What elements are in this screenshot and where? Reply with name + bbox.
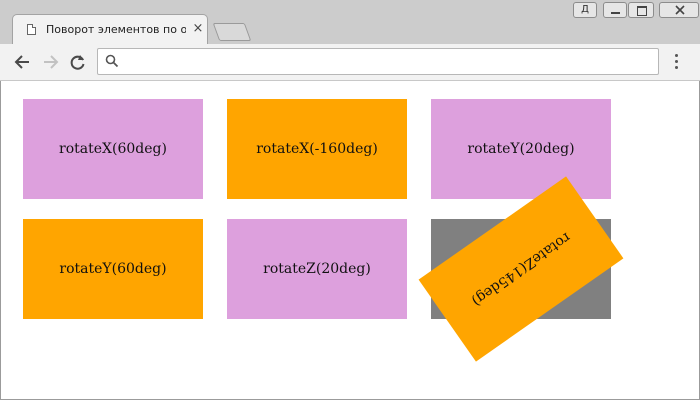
demo-cell: rotateX(-160deg) — [227, 99, 407, 199]
rotated-box: rotateY(60deg) — [23, 219, 203, 319]
demo-cell: rotateX(60deg) — [23, 99, 203, 199]
close-window-button[interactable] — [659, 2, 699, 18]
back-arrow-icon — [14, 55, 29, 69]
reload-icon — [70, 55, 85, 70]
browser-menu-button[interactable] — [670, 54, 682, 72]
rotated-box: rotateX(-160deg) — [227, 99, 407, 199]
demo-cell: rotateZ(20deg) — [227, 219, 407, 319]
new-tab-button[interactable] — [212, 23, 252, 41]
window-titlebar: Поворот элементов по оси × Д — [0, 0, 700, 44]
demo-cell: rotateY(20deg) — [431, 99, 611, 199]
tab-title: Поворот элементов по оси — [46, 23, 186, 36]
maximize-icon — [637, 6, 647, 16]
maximize-button[interactable] — [628, 2, 654, 18]
page-icon — [27, 24, 36, 35]
forward-arrow-icon — [44, 55, 59, 69]
back-button[interactable] — [12, 52, 34, 72]
minimize-icon — [611, 12, 620, 14]
demo-cell-holder: rotateZ(145deg) — [418, 176, 624, 362]
rotated-box: rotateZ(20deg) — [227, 219, 407, 319]
close-icon — [675, 5, 685, 15]
minimize-button[interactable] — [603, 2, 627, 18]
forward-button[interactable] — [39, 52, 61, 72]
menu-dot-icon — [674, 60, 678, 63]
browser-toolbar — [0, 44, 700, 81]
menu-dot-icon — [674, 66, 678, 69]
profile-button[interactable]: Д — [573, 2, 597, 18]
address-bar[interactable] — [97, 48, 659, 75]
tab-close-icon[interactable]: × — [191, 21, 205, 37]
reload-button[interactable] — [67, 52, 89, 72]
rotated-box: rotateY(20deg) — [431, 99, 611, 199]
search-icon — [105, 54, 119, 68]
browser-tab[interactable]: Поворот элементов по оси × — [12, 14, 208, 44]
demo-cell: rotateY(60deg) — [23, 219, 203, 319]
rotated-box: rotateX(60deg) — [23, 99, 203, 199]
menu-dot-icon — [674, 54, 678, 57]
